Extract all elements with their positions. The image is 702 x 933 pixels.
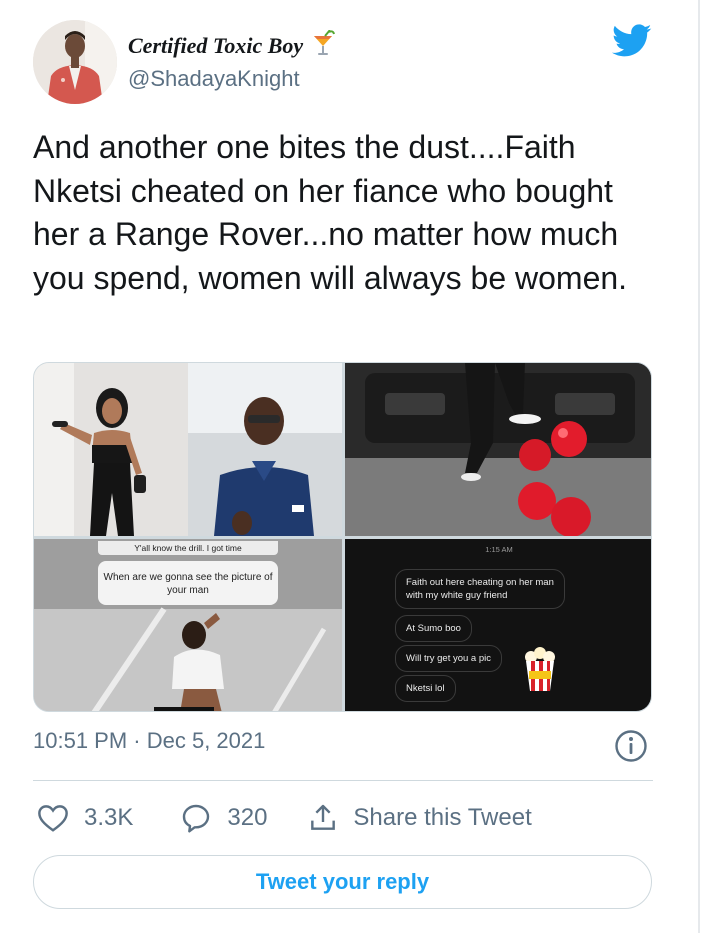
like-button[interactable]: 3.3K [36, 803, 133, 833]
tweet-timestamp[interactable]: 10:51 PM · Dec 5, 2021 [33, 728, 265, 754]
story-header-bubble: Y'all know the drill. I got time [98, 541, 278, 555]
author-display-name: Certified Toxic Boy [128, 33, 304, 58]
dm-message: Faith out here cheating on her man with … [395, 569, 565, 609]
story-question-bubble: When are we gonna see the picture of you… [98, 561, 278, 605]
share-button[interactable]: Share this Tweet [307, 802, 532, 834]
media-grid[interactable]: Y'all know the drill. I got time When ar… [33, 362, 652, 712]
twitter-logo-icon[interactable] [612, 24, 652, 58]
info-icon[interactable] [614, 729, 648, 763]
reply-button-label: Tweet your reply [255, 869, 430, 894]
author-name[interactable]: Certified Toxic Boy [128, 29, 335, 62]
dm-time: 1:15 AM [485, 545, 513, 554]
reply-count-button[interactable]: 320 [179, 802, 267, 834]
dm-message: Will try get you a pic [395, 645, 502, 672]
story-question-text: When are we gonna see the picture of you… [103, 572, 273, 596]
tweet-your-reply-button[interactable]: Tweet your reply [33, 855, 652, 909]
heart-icon [38, 805, 68, 832]
popcorn-icon [523, 647, 557, 696]
media-photo-couple[interactable] [34, 363, 342, 536]
media-dm-screenshot[interactable]: 1:15 AM Faith out here cheating on her m… [345, 539, 651, 711]
author-avatar[interactable] [33, 20, 117, 104]
like-count: 3.3K [84, 804, 134, 831]
tweet-text: And another one bites the dust....Faith … [33, 129, 628, 296]
tweet-actions: 3.3K 320 Share this Tweet [36, 800, 532, 836]
story-header-text: Y'all know the drill. I got time [134, 543, 242, 553]
author-handle[interactable]: @ShadayaKnight [128, 66, 300, 92]
dm-message: Nketsi lol [395, 675, 456, 702]
dm-message: At Sumo boo [395, 615, 472, 642]
media-story-screenshot[interactable]: Y'all know the drill. I got time When ar… [34, 539, 342, 711]
tweet-card: Certified Toxic Boy @ShadayaKnight And a… [0, 0, 700, 933]
reply-count: 320 [227, 804, 268, 831]
divider [33, 780, 653, 781]
tropical-drink-icon [311, 29, 335, 62]
media-photo-car[interactable] [345, 363, 651, 536]
comment-icon [183, 804, 210, 833]
share-label: Share this Tweet [353, 804, 532, 831]
share-icon [311, 804, 336, 830]
